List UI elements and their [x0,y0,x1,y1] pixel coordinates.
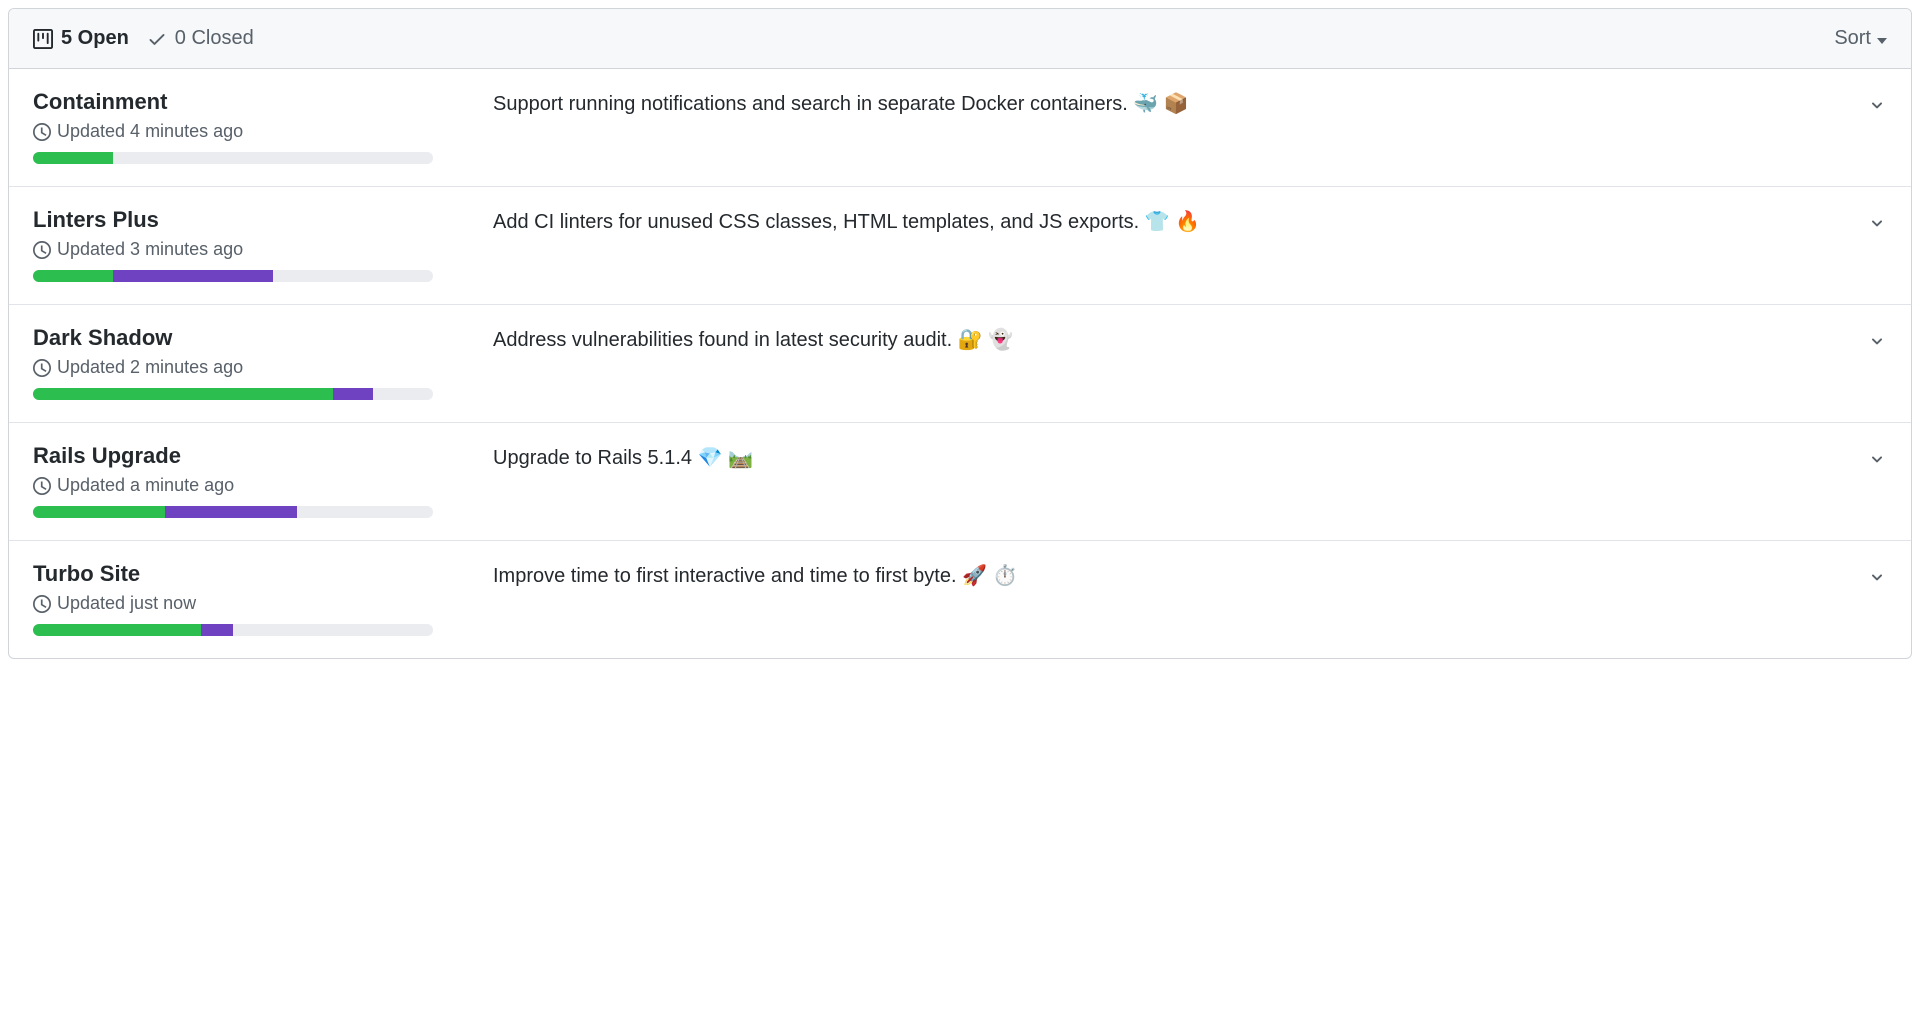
project-updated: Updated 2 minutes ago [57,357,243,378]
progress-bar [33,388,433,400]
closed-tab-label: 0 Closed [175,27,254,50]
chevron-down-icon [1867,95,1887,115]
progress-bar [33,152,433,164]
project-meta: Updated a minute ago [33,475,493,496]
project-row: Containment Updated 4 minutes ago Suppor… [9,69,1911,187]
project-meta: Updated 3 minutes ago [33,239,493,260]
progress-bar [33,624,433,636]
expand-toggle[interactable] [1867,89,1887,115]
project-description: Support running notifications and search… [493,89,1867,116]
progress-purple [201,624,233,636]
check-icon [147,29,167,49]
progress-purple [165,506,297,518]
clock-icon [33,359,51,377]
expand-toggle[interactable] [1867,325,1887,351]
project-meta: Updated 4 minutes ago [33,121,493,142]
open-tab-label: 5 Open [61,27,129,50]
caret-down-icon [1877,27,1887,50]
clock-icon [33,595,51,613]
chevron-down-icon [1867,331,1887,351]
project-description: Address vulnerabilities found in latest … [493,325,1867,352]
progress-green [33,152,113,164]
expand-toggle[interactable] [1867,443,1887,469]
chevron-down-icon [1867,567,1887,587]
project-icon [33,29,53,49]
project-title[interactable]: Containment [33,89,493,115]
project-description: Add CI linters for unused CSS classes, H… [493,207,1867,234]
project-description: Upgrade to Rails 5.1.4 💎 🛤️ [493,443,1867,470]
project-row: Linters Plus Updated 3 minutes ago Add C… [9,187,1911,305]
project-updated: Updated just now [57,593,196,614]
closed-tab[interactable]: 0 Closed [147,27,254,50]
projects-list: 5 Open 0 Closed Sort Containment [8,8,1912,659]
clock-icon [33,477,51,495]
list-header: 5 Open 0 Closed Sort [9,9,1911,69]
project-left: Containment Updated 4 minutes ago [33,89,493,164]
sort-dropdown[interactable]: Sort [1834,27,1887,50]
project-title[interactable]: Dark Shadow [33,325,493,351]
project-updated: Updated a minute ago [57,475,234,496]
clock-icon [33,123,51,141]
expand-toggle[interactable] [1867,207,1887,233]
project-title[interactable]: Rails Upgrade [33,443,493,469]
project-title[interactable]: Linters Plus [33,207,493,233]
project-meta: Updated just now [33,593,493,614]
project-title[interactable]: Turbo Site [33,561,493,587]
project-updated: Updated 3 minutes ago [57,239,243,260]
progress-purple [113,270,273,282]
project-row: Dark Shadow Updated 2 minutes ago Addres… [9,305,1911,423]
progress-bar [33,506,433,518]
progress-bar [33,270,433,282]
project-left: Dark Shadow Updated 2 minutes ago [33,325,493,400]
project-row: Turbo Site Updated just now Improve time… [9,541,1911,658]
progress-green [33,506,165,518]
project-meta: Updated 2 minutes ago [33,357,493,378]
progress-green [33,270,113,282]
project-updated: Updated 4 minutes ago [57,121,243,142]
expand-toggle[interactable] [1867,561,1887,587]
chevron-down-icon [1867,449,1887,469]
project-left: Turbo Site Updated just now [33,561,493,636]
progress-green [33,624,201,636]
project-description: Improve time to first interactive and ti… [493,561,1867,588]
clock-icon [33,241,51,259]
header-tabs: 5 Open 0 Closed [33,27,254,50]
chevron-down-icon [1867,213,1887,233]
sort-label: Sort [1834,27,1871,50]
open-tab[interactable]: 5 Open [33,27,129,50]
project-row: Rails Upgrade Updated a minute ago Upgra… [9,423,1911,541]
progress-green [33,388,333,400]
progress-purple [333,388,373,400]
project-left: Linters Plus Updated 3 minutes ago [33,207,493,282]
project-left: Rails Upgrade Updated a minute ago [33,443,493,518]
